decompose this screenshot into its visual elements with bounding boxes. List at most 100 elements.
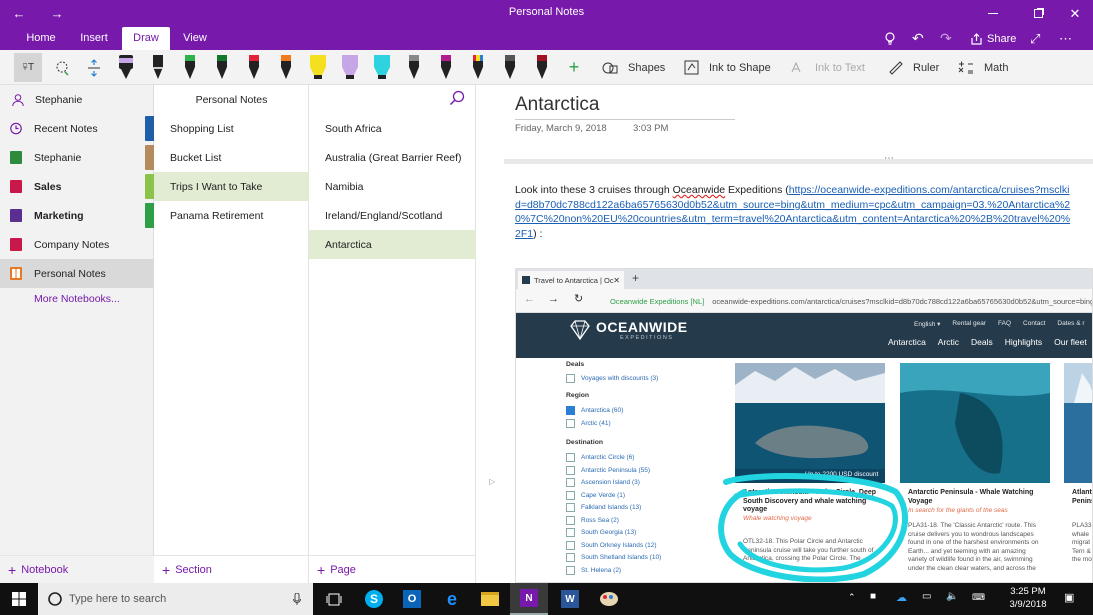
page-namibia[interactable]: Namibia [309,172,476,201]
person-icon [12,93,24,106]
embedded-screenshot[interactable]: Travel to Antarctica | Oc ✕ + ← → ↻ Ocean… [515,268,1093,583]
page-title[interactable]: Antarctica [515,94,599,116]
page-canvas[interactable]: Antarctica Friday, March 9, 2018 3:03 PM… [477,85,1093,583]
more-notebooks-link[interactable]: More Notebooks... [34,293,120,305]
pen-black[interactable] [148,53,168,82]
page-antarctica[interactable]: Antarctica [309,230,476,259]
checkbox [566,565,575,575]
notebook-stephanie[interactable]: Stephanie [0,143,154,172]
note-text[interactable]: Look into these 3 cruises through Oceanw… [515,183,1075,241]
ink-to-text-button[interactable]: Ink to Text [790,50,865,85]
pen-silver[interactable] [500,53,520,82]
volume-icon[interactable]: 🔈 [946,591,958,602]
people-icon[interactable]: ■ [870,591,876,602]
notebook-recent-notes[interactable]: Recent Notes [0,114,154,143]
minimize-icon [988,13,998,14]
pen-magenta[interactable] [436,53,456,82]
pen-dark-green[interactable] [212,53,232,82]
notebook-marketing[interactable]: Marketing [0,201,154,230]
word-taskbar[interactable]: W [551,583,589,615]
highlighter-cyan[interactable] [372,53,392,82]
add-space-tool[interactable] [80,53,108,82]
add-section-label: Section [175,563,212,576]
nav-item: Our fleet [1054,337,1087,347]
skype-taskbar[interactable]: S [355,583,393,615]
ink-to-shape-label: Ink to Shape [709,61,771,74]
pen-black-highlight[interactable] [116,53,136,82]
onedrive-icon[interactable]: ☁ [896,591,907,604]
add-notebook-button[interactable]: + Notebook [0,555,154,583]
tab-home[interactable]: Home [18,27,64,50]
clock-time: 3:25 PM [1010,586,1046,597]
start-button[interactable] [0,583,38,615]
checkbox [566,540,575,550]
expand-button[interactable]: ⤢ [1030,27,1040,50]
section-trips[interactable]: Trips I Want to Take [154,172,309,201]
highlighter-purple[interactable] [340,53,360,82]
tab-view[interactable]: View [172,27,218,50]
pen-green[interactable] [180,53,200,82]
oceanwide-header: OCEANWIDE EXPEDITIONS English ▾ Rental g… [516,313,1092,358]
page-australia[interactable]: Australia (Great Barrier Reef) [309,143,476,172]
edge-icon: e [446,588,457,609]
cortana-circle-icon [48,592,62,606]
open-notebook-icon [10,267,22,280]
close-button[interactable]: ✕ [1058,0,1092,27]
action-center-icon[interactable]: ▣ [1064,591,1074,604]
select-text-tool[interactable]: ⍫T [14,53,42,82]
more-icon: ⋯ [1059,30,1073,46]
page-list: South Africa Australia (Great Barrier Re… [309,85,476,583]
plus-icon: + [317,561,326,578]
undo-button[interactable]: ↶ [912,27,924,50]
search-button[interactable] [449,90,465,109]
account-button[interactable]: Stephanie [0,85,154,114]
pen-dark-red[interactable] [532,53,552,82]
section-bucket-list[interactable]: Bucket List [154,143,309,172]
add-section-button[interactable]: + Section [154,555,309,583]
section-panama-retirement[interactable]: Panama Retirement [154,201,309,230]
section-shopping-list[interactable]: Shopping List [154,114,309,143]
share-button[interactable]: Share [970,27,1016,50]
page-south-africa[interactable]: South Africa [309,114,476,143]
more-options-button[interactable]: ⋯ [1059,27,1073,50]
notebook-personal-notes[interactable]: Personal Notes [0,259,154,288]
pen-galaxy[interactable] [404,53,424,82]
math-button[interactable]: Math [958,50,1008,85]
keyboard-icon[interactable]: ⌨ [972,592,985,603]
section-color-tab [145,174,154,199]
pen-red[interactable] [244,53,264,82]
ruler-button[interactable]: Ruler [888,50,939,85]
pen-orange[interactable] [276,53,296,82]
notebook-icon [10,180,22,193]
paint-taskbar[interactable] [590,583,628,615]
notebook-company-notes[interactable]: Company Notes [0,230,154,259]
outlook-taskbar[interactable]: O [393,583,431,615]
chevron-up-icon[interactable]: ⌃ [848,592,856,603]
edge-taskbar[interactable]: e [433,583,471,615]
tell-me-button[interactable] [884,27,896,50]
add-page-button[interactable]: + Page [309,555,476,583]
highlighter-yellow[interactable] [308,53,328,82]
onenote-taskbar[interactable]: N [510,583,548,615]
taskbar-clock[interactable]: 3:25 PM 3/9/2018 [1000,585,1056,611]
ink-to-shape-button[interactable]: Ink to Shape [684,50,771,85]
task-view-button[interactable] [315,583,353,615]
minimize-button[interactable] [976,0,1010,27]
network-icon[interactable]: ▭ [922,591,931,602]
tab-draw[interactable]: Draw [122,27,170,50]
note-container-handle[interactable]: ⋯ [504,153,1093,164]
taskbar-search[interactable]: Type here to search [38,583,313,615]
shapes-button[interactable]: Shapes [602,50,665,85]
add-pen-button[interactable]: + [562,53,586,82]
notebook-sales[interactable]: Sales [0,172,154,201]
lasso-select-tool[interactable] [48,53,76,82]
browser-tab: Travel to Antarctica | Oc ✕ [518,271,624,289]
page-ireland[interactable]: Ireland/England/Scotland [309,201,476,230]
redo-button[interactable]: ↷ [940,27,952,50]
top-link: FAQ [998,320,1012,327]
file-explorer-taskbar[interactable] [471,583,509,615]
tab-insert[interactable]: Insert [70,27,118,50]
restore-button[interactable] [1021,0,1055,27]
page-label: Namibia [325,180,364,193]
pen-rainbow[interactable] [468,53,488,82]
